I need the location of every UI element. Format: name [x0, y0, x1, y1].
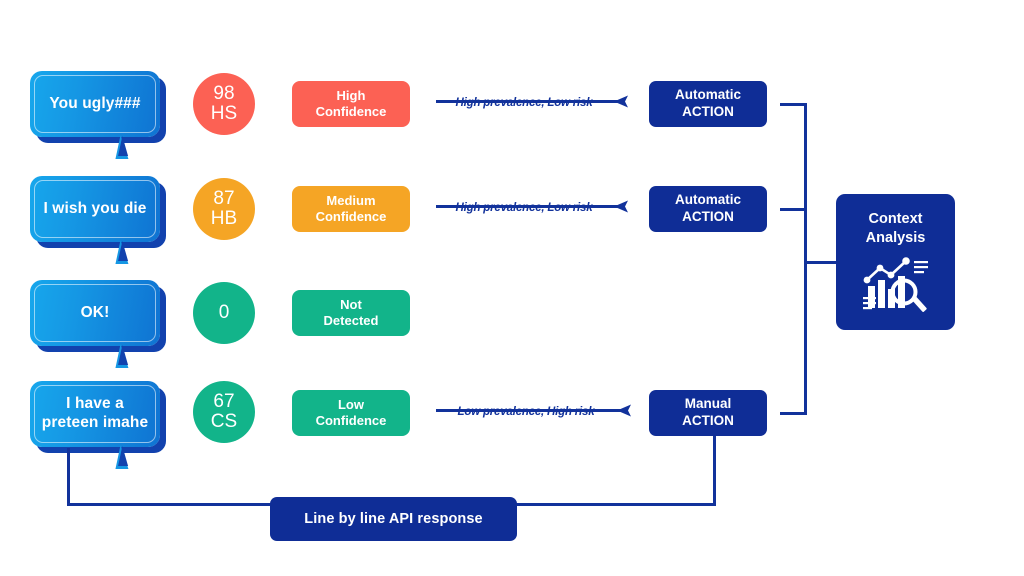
message-bubble-1: You ugly###	[30, 71, 160, 159]
connector-bus-to-context	[804, 261, 840, 264]
action-line-2: ACTION	[682, 104, 734, 119]
context-title-line-2: Analysis	[865, 229, 926, 246]
score-value-1: 98	[213, 82, 235, 104]
feedback-line-right-vertical	[713, 436, 716, 506]
connector-action2-to-bus	[780, 208, 807, 211]
confidence-pill-3: Not Detected	[292, 290, 410, 336]
bubble-tail-icon	[115, 135, 143, 159]
flow-arrow-1: High prevalence, Low risk	[436, 95, 631, 109]
context-analysis-box: Context Analysis	[836, 194, 955, 330]
score-value-4: 67	[213, 390, 235, 412]
action-line-1: Automatic	[674, 87, 741, 103]
confidence-line-1: Not	[340, 296, 362, 312]
action-line-1: Manual	[684, 396, 732, 412]
message-bubble-1-text: You ugly###	[49, 94, 141, 112]
action-box-4-text: Manual ACTION	[682, 396, 734, 430]
confidence-pill-2-text: Medium Confidence	[316, 193, 387, 226]
confidence-line-2: Confidence	[315, 413, 387, 428]
api-response-label: Line by line API response	[304, 511, 483, 527]
score-circle-1: 98 HS	[193, 73, 255, 135]
message-bubble-3-text: OK!	[80, 303, 110, 321]
message-line-1: I have a	[66, 395, 124, 413]
message-bubble-4: I have a preteen imahe	[30, 381, 160, 469]
score-circle-2: 87 HB	[193, 178, 255, 240]
arrow-head-icon	[617, 404, 631, 417]
bubble-tail-icon	[115, 240, 143, 264]
confidence-pill-4: Low Confidence	[292, 390, 410, 436]
score-circle-3: 0	[193, 282, 255, 344]
action-line-2: ACTION	[682, 209, 734, 224]
flow-arrow-1-label: High prevalence, Low risk	[455, 97, 593, 109]
action-line-1: Automatic	[674, 192, 741, 208]
score-circle-4: 67 CS	[193, 381, 255, 443]
message-bubble-3: OK!	[30, 280, 160, 368]
action-box-1: Automatic ACTION	[649, 81, 767, 127]
arrow-head-icon	[614, 95, 628, 108]
confidence-pill-3-text: Not Detected	[324, 297, 379, 330]
confidence-pill-1: High Confidence	[292, 81, 410, 127]
flow-arrow-4: Low prevalence, High risk	[436, 404, 636, 418]
confidence-pill-2: Medium Confidence	[292, 186, 410, 232]
action-box-4: Manual ACTION	[649, 390, 767, 436]
connector-action1-to-bus	[780, 103, 807, 106]
bubble-tail-icon	[115, 445, 143, 469]
message-bubble-4-text: I have a preteen imahe	[42, 395, 148, 432]
confidence-line-2: Detected	[323, 313, 379, 328]
score-value-2: 87	[213, 187, 235, 209]
flow-arrow-2: High prevalence, Low risk	[436, 200, 631, 214]
flow-arrow-2-label: High prevalence, Low risk	[455, 202, 593, 214]
api-response-box: Line by line API response	[270, 497, 517, 541]
analytics-chart-magnifier-icon	[860, 256, 932, 323]
confidence-line-1: High	[336, 87, 366, 103]
connector-action4-to-bus	[780, 412, 807, 415]
score-value-3: 0	[218, 301, 230, 323]
action-box-1-text: Automatic ACTION	[675, 87, 741, 121]
context-title-line-1: Context	[868, 211, 923, 227]
confidence-line-1: Low	[337, 396, 364, 412]
message-bubble-2-text: I wish you die	[43, 199, 147, 217]
feedback-line-left-vertical	[67, 448, 70, 506]
score-code-4: CS	[210, 411, 238, 432]
action-line-2: ACTION	[682, 413, 734, 428]
action-box-2: Automatic ACTION	[649, 186, 767, 232]
flow-arrow-4-label: Low prevalence, High risk	[457, 406, 595, 418]
confidence-pill-4-text: Low Confidence	[316, 397, 387, 430]
action-box-2-text: Automatic ACTION	[675, 192, 741, 226]
score-code-1: HS	[210, 103, 238, 124]
context-analysis-title: Context Analysis	[866, 210, 926, 248]
arrow-head-icon	[614, 200, 628, 213]
confidence-line-1: Medium	[326, 192, 376, 208]
message-bubble-2: I wish you die	[30, 176, 160, 264]
confidence-line-2: Confidence	[315, 209, 387, 224]
message-line-2: preteen imahe	[41, 414, 149, 431]
diagram-canvas: You ugly### 98 HS High Confidence High p…	[0, 0, 1024, 576]
score-code-2: HB	[210, 208, 238, 229]
bubble-tail-icon	[115, 344, 143, 368]
confidence-line-2: Confidence	[315, 104, 387, 119]
confidence-pill-1-text: High Confidence	[316, 88, 387, 121]
connector-vertical-bus	[804, 103, 807, 415]
